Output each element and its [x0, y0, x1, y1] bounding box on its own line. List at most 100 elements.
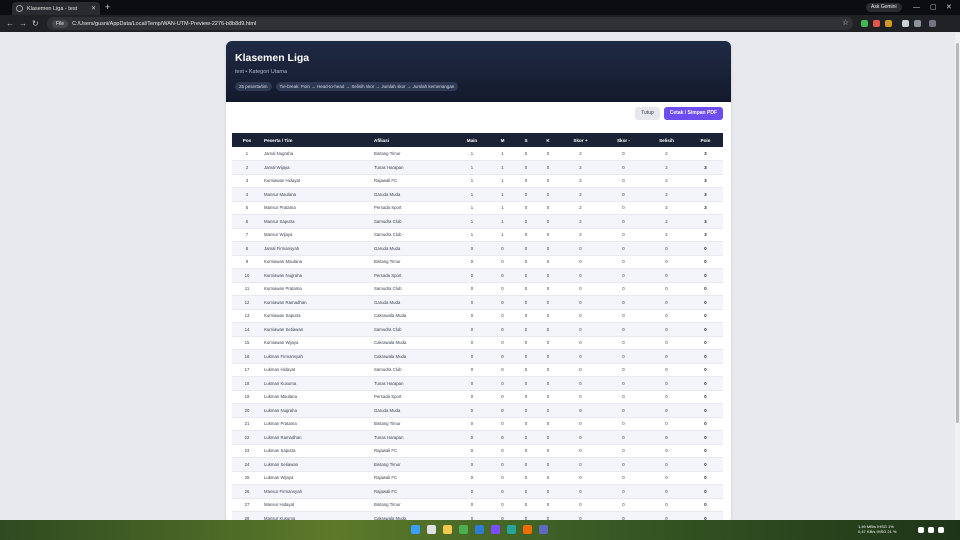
edge-icon[interactable]	[475, 525, 484, 534]
wifi-icon[interactable]	[918, 527, 924, 533]
cell-affiliation: Cakrawala Muda	[374, 353, 407, 359]
cell-affiliation: Persada Sport	[374, 272, 402, 278]
chrome-icon[interactable]	[459, 525, 468, 534]
cell-draw: 0	[524, 448, 528, 454]
cell-loss: 0	[546, 340, 550, 346]
page-scrollbar[interactable]	[955, 33, 960, 520]
cell-score-for: 0	[579, 421, 582, 427]
col-header-team[interactable]: Peserta / Tim	[262, 133, 372, 147]
cell-pos: 10	[244, 272, 250, 278]
volume-icon[interactable]	[928, 527, 934, 533]
print-pdf-button[interactable]: Cetak / Simpan PDF	[663, 107, 723, 120]
col-header-difference[interactable]: Selisih	[645, 133, 688, 147]
scrollbar-thumb[interactable]	[956, 43, 959, 423]
cell-team: Kurniawan Pratama	[264, 286, 302, 292]
reload-button[interactable]: ↻	[32, 18, 39, 29]
col-header-points[interactable]: Poin	[688, 133, 723, 147]
url-text[interactable]: C:/Users/gusni/AppData/Local/Temp/WAN-UT…	[72, 21, 256, 27]
forward-button[interactable]: →	[19, 18, 27, 29]
cell-win: 0	[501, 259, 504, 265]
col-header-loss[interactable]: K	[537, 133, 559, 147]
extension-yellow-icon[interactable]	[885, 20, 892, 27]
cell-score-against: 0	[622, 434, 625, 440]
cell-win: 1	[501, 232, 504, 238]
bookmark-star-icon[interactable]: ☆	[842, 18, 849, 27]
cell-team: Lukman Firmansyah	[264, 353, 303, 359]
browser-menu-icon[interactable]	[929, 20, 936, 27]
cell-win: 0	[501, 502, 504, 508]
cell-score-for: 0	[579, 313, 582, 319]
cell-team: Jamal Firmansyah	[264, 245, 300, 251]
extensions-puzzle-icon[interactable]	[902, 20, 909, 27]
address-bar[interactable]: File C:/Users/gusni/AppData/Local/Temp/W…	[47, 17, 853, 30]
col-header-score-against[interactable]: Skor -	[602, 133, 645, 147]
cell-score-for: 2	[579, 232, 582, 238]
cell-played: 0	[470, 407, 474, 413]
cell-win: 0	[501, 407, 504, 413]
cell-win: 0	[501, 475, 504, 481]
battery-icon[interactable]	[938, 527, 944, 533]
start-icon[interactable]	[411, 525, 420, 534]
cell-team: Kurniawan Hidayat	[264, 178, 301, 184]
profile-avatar-icon[interactable]	[914, 20, 921, 27]
cell-loss: 0	[546, 164, 550, 170]
cell-draw: 0	[524, 326, 528, 332]
cell-win: 0	[501, 434, 504, 440]
tab-close-icon[interactable]: ✕	[91, 5, 96, 12]
cell-draw: 0	[524, 340, 528, 346]
cell-score-against: 0	[622, 151, 625, 156]
code-editor-icon[interactable]	[491, 525, 500, 534]
cell-pos: 18	[244, 380, 250, 386]
cell-team: Mansur Wijaya	[264, 232, 293, 238]
cell-points: 3	[704, 191, 707, 197]
cell-score-for: 0	[579, 367, 582, 373]
settings-icon[interactable]	[539, 525, 548, 534]
back-button[interactable]: ←	[6, 18, 14, 29]
table-row: 25 Lukman Wijaya Rajawali FC 0 0 0 0 0 0 0 0	[232, 471, 723, 485]
cell-score-against: 0	[622, 461, 625, 467]
cell-points: 0	[704, 367, 707, 373]
file-explorer-icon[interactable]	[443, 525, 452, 534]
cell-team: Lukman Pratama	[264, 421, 297, 427]
cell-team: Mansur Pratama	[264, 205, 296, 211]
cell-pos: 11	[244, 286, 250, 292]
cell-difference: 0	[665, 394, 668, 400]
extension-red-icon[interactable]	[873, 20, 880, 27]
search-icon[interactable]	[427, 525, 436, 534]
cell-difference: 0	[665, 286, 668, 292]
cell-team: Mansur Firmansyah	[264, 488, 302, 494]
cell-team: Kurniawan Wijaya	[264, 340, 299, 346]
app-icon[interactable]	[523, 525, 532, 534]
browser-toolbar: ← → ↻ File C:/Users/gusni/AppData/Local/…	[0, 15, 960, 32]
cell-team: Lukman Nugraha	[264, 407, 297, 413]
table-row: 21 Lukman Pratama Bintang Timur 0 0 0 0 0 0 0 0	[232, 417, 723, 431]
cell-score-against: 0	[622, 313, 625, 319]
cell-score-for: 0	[579, 475, 582, 481]
cell-draw: 0	[524, 353, 528, 359]
extension-shield-icon[interactable]	[861, 20, 868, 27]
cell-loss: 0	[546, 299, 550, 305]
cell-score-against: 0	[622, 448, 625, 454]
ask-gemini-button[interactable]: Ask Gemini	[866, 3, 902, 12]
maximize-button[interactable]: ▢	[930, 2, 937, 13]
cell-difference: 0	[665, 272, 668, 278]
new-tab-button[interactable]: +	[105, 2, 110, 13]
browser-tab[interactable]: Klasemen Liga - test ✕	[12, 2, 100, 15]
col-header-pos[interactable]: Pos	[232, 133, 262, 147]
cell-team: Lukman Kusuma	[264, 380, 297, 386]
col-header-affiliation[interactable]: Afiliasi	[372, 133, 454, 147]
minimize-button[interactable]: —	[913, 2, 920, 13]
cell-score-for: 2	[579, 191, 582, 197]
col-header-draw[interactable]: S	[515, 133, 537, 147]
cell-draw: 0	[524, 151, 528, 156]
col-header-win[interactable]: M	[490, 133, 515, 147]
terminal-icon[interactable]	[507, 525, 516, 534]
cell-score-against: 0	[622, 272, 625, 278]
close-button[interactable]: Tutup	[635, 107, 660, 120]
cell-difference: 0	[665, 313, 668, 319]
cell-pos: 21	[244, 421, 250, 427]
cell-points: 0	[704, 407, 707, 413]
window-close-button[interactable]: ✕	[946, 2, 952, 13]
col-header-played[interactable]: Main	[454, 133, 490, 147]
col-header-score-for[interactable]: Skor +	[559, 133, 602, 147]
